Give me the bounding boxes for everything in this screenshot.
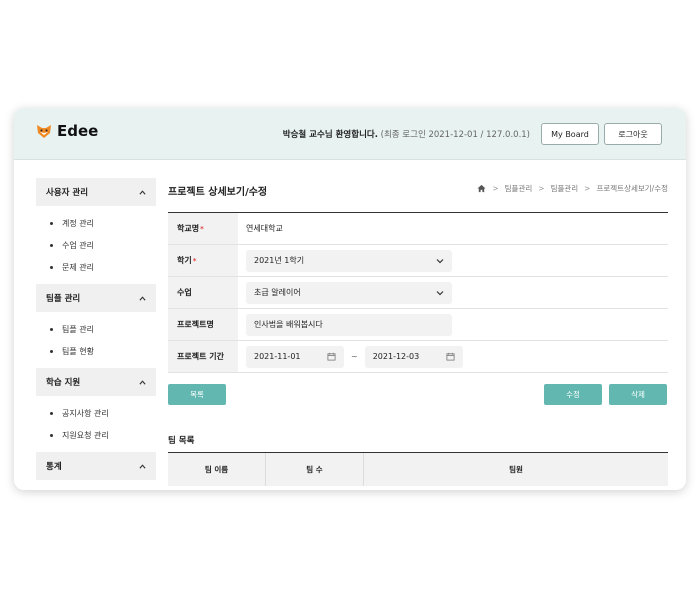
delete-button[interactable]: 삭제 — [609, 384, 667, 405]
chevron-up-icon — [139, 379, 146, 385]
end-date-input[interactable]: 2021-12-03 — [364, 345, 463, 368]
chevron-up-icon — [139, 295, 146, 301]
sidebar-section-header[interactable]: 사용자 관리 — [36, 178, 156, 206]
form-row-project: 프로젝트명 인사법을 배워봅시다 — [168, 309, 668, 341]
sidebar-item-team-status[interactable]: 팀플 현황 — [36, 340, 156, 362]
sidebar: 사용자 관리 계정 관리 수업 관리 문제 관리 팀플 관리 팀플 관리 팀플 … — [36, 178, 156, 480]
form-row-class: 수업 초급 알레이어 — [168, 277, 668, 309]
page-title: 프로젝트 상세보기/수정 — [168, 187, 268, 198]
bullet-dot — [50, 243, 53, 247]
project-name-label: 프로젝트명 — [168, 309, 238, 340]
bullet-dot — [50, 221, 53, 225]
logout-button[interactable]: 로그아웃 — [604, 123, 662, 145]
team-table-header: 팀 이름 팀 수 팀원 — [168, 452, 668, 486]
sidebar-item-label: 문제 관리 — [62, 262, 94, 272]
sidebar-item-label: 계정 관리 — [62, 218, 94, 228]
chevron-up-icon — [139, 189, 146, 195]
home-icon[interactable] — [477, 184, 486, 193]
term-label: 학기 * — [168, 245, 238, 276]
team-list-title: 팀 목록 — [168, 436, 195, 446]
class-select[interactable]: 초급 알레이어 — [246, 281, 452, 304]
sidebar-section-learning: 학습 지원 공지사항 관리 지원요청 관리 — [36, 368, 156, 452]
start-date-input[interactable]: 2021-11-01 — [246, 345, 344, 368]
bullet-dot — [50, 411, 53, 415]
sidebar-section-stats: 통계 — [36, 452, 156, 480]
project-name-input[interactable]: 인사법을 배워봅시다 — [246, 313, 452, 336]
start-date-value: 2021-11-01 — [254, 352, 301, 361]
logo-text: Edee — [57, 122, 99, 140]
sidebar-item-problems[interactable]: 문제 관리 — [36, 256, 156, 278]
list-button[interactable]: 목록 — [168, 384, 226, 405]
term-select[interactable]: 2021년 1학기 — [246, 249, 452, 272]
bullet-dot — [50, 349, 53, 353]
term-select-value: 2021년 1학기 — [254, 256, 305, 265]
form-row-term: 학기 * 2021년 1학기 — [168, 245, 668, 277]
breadcrumb-separator: > — [538, 184, 545, 193]
welcome-name: 박승철 교수님 환영합니다. — [282, 130, 378, 140]
sidebar-section-title: 통계 — [46, 462, 62, 472]
form-row-school: 학교명 * 연세대학교 — [168, 213, 668, 245]
chevron-down-icon — [436, 290, 444, 295]
sidebar-item-classes[interactable]: 수업 관리 — [36, 234, 156, 256]
sidebar-item-support[interactable]: 지원요청 관리 — [36, 424, 156, 446]
fox-logo-icon — [37, 125, 51, 138]
sidebar-item-accounts[interactable]: 계정 관리 — [36, 212, 156, 234]
bullet-dot — [50, 265, 53, 269]
logo[interactable]: Edee — [36, 122, 98, 140]
school-value: 연세대학교 — [246, 224, 283, 233]
breadcrumb-separator: > — [584, 184, 591, 193]
sidebar-item-label: 공지사항 관리 — [62, 408, 109, 418]
form-row-period: 프로젝트 기간 2021-11-01 ~ 2021-12-03 — [168, 341, 668, 373]
top-header: Edee 박승철 교수님 환영합니다. (최종 로그인 2021-12-01 /… — [14, 108, 686, 160]
breadcrumb: > 팀플관리 > 팀플관리 > 프로젝트상세보기/수정 — [477, 183, 668, 194]
sidebar-item-team-manage[interactable]: 팀플 관리 — [36, 318, 156, 340]
bullet-dot — [50, 327, 53, 331]
sidebar-section-users: 사용자 관리 계정 관리 수업 관리 문제 관리 — [36, 178, 156, 284]
calendar-icon[interactable] — [446, 352, 455, 361]
sidebar-item-label: 팀플 관리 — [62, 324, 94, 334]
edit-button[interactable]: 수정 — [544, 384, 602, 405]
sidebar-section-teamplay: 팀플 관리 팀플 관리 팀플 현황 — [36, 284, 156, 368]
breadcrumb-separator: > — [492, 184, 499, 193]
chevron-down-icon — [436, 258, 444, 263]
sidebar-section-title: 학습 지원 — [46, 378, 81, 388]
label-text: 학교명 — [177, 224, 200, 233]
my-board-button[interactable]: My Board — [541, 123, 599, 145]
column-team-name[interactable]: 팀 이름 — [168, 453, 266, 486]
breadcrumb-item[interactable]: 팀플관리 — [505, 183, 533, 194]
sidebar-section-header[interactable]: 학습 지원 — [36, 368, 156, 396]
school-label: 학교명 * — [168, 213, 238, 244]
breadcrumb-item[interactable]: 팀플관리 — [551, 183, 579, 194]
sidebar-item-notices[interactable]: 공지사항 관리 — [36, 402, 156, 424]
sidebar-section-header[interactable]: 통계 — [36, 452, 156, 480]
breadcrumb-current: 프로젝트상세보기/수정 — [596, 184, 668, 193]
column-team-count[interactable]: 팀 수 — [266, 453, 364, 486]
class-select-value: 초급 알레이어 — [254, 288, 301, 297]
end-date-value: 2021-12-03 — [372, 352, 420, 361]
column-team-members[interactable]: 팀원 — [364, 453, 668, 486]
sidebar-item-label: 팀플 현황 — [62, 346, 94, 356]
label-text: 학기 — [177, 256, 192, 265]
sidebar-section-title: 사용자 관리 — [46, 188, 89, 198]
sidebar-item-label: 수업 관리 — [62, 240, 94, 250]
period-label: 프로젝트 기간 — [168, 341, 238, 372]
welcome-message: 박승철 교수님 환영합니다. (최종 로그인 2021-12-01 / 127.… — [283, 128, 530, 140]
required-mark: * — [192, 256, 197, 265]
bullet-dot — [50, 433, 53, 437]
app-window: Edee 박승철 교수님 환영합니다. (최종 로그인 2021-12-01 /… — [14, 108, 686, 490]
sidebar-section-header[interactable]: 팀플 관리 — [36, 284, 156, 312]
class-label: 수업 — [168, 277, 238, 308]
project-form: 학교명 * 연세대학교 학기 * 2021년 1학기 수업 초급 알레이어 프로… — [168, 212, 668, 373]
sidebar-item-label: 지원요청 관리 — [62, 430, 109, 440]
chevron-up-icon — [139, 463, 146, 469]
project-name-value: 인사법을 배워봅시다 — [254, 320, 323, 329]
sidebar-section-title: 팀플 관리 — [46, 294, 81, 304]
date-range-separator: ~ — [351, 352, 358, 361]
required-mark: * — [200, 224, 204, 233]
calendar-icon[interactable] — [327, 352, 336, 361]
last-login: (최종 로그인 2021-12-01 / 127.0.0.1) — [377, 130, 530, 140]
